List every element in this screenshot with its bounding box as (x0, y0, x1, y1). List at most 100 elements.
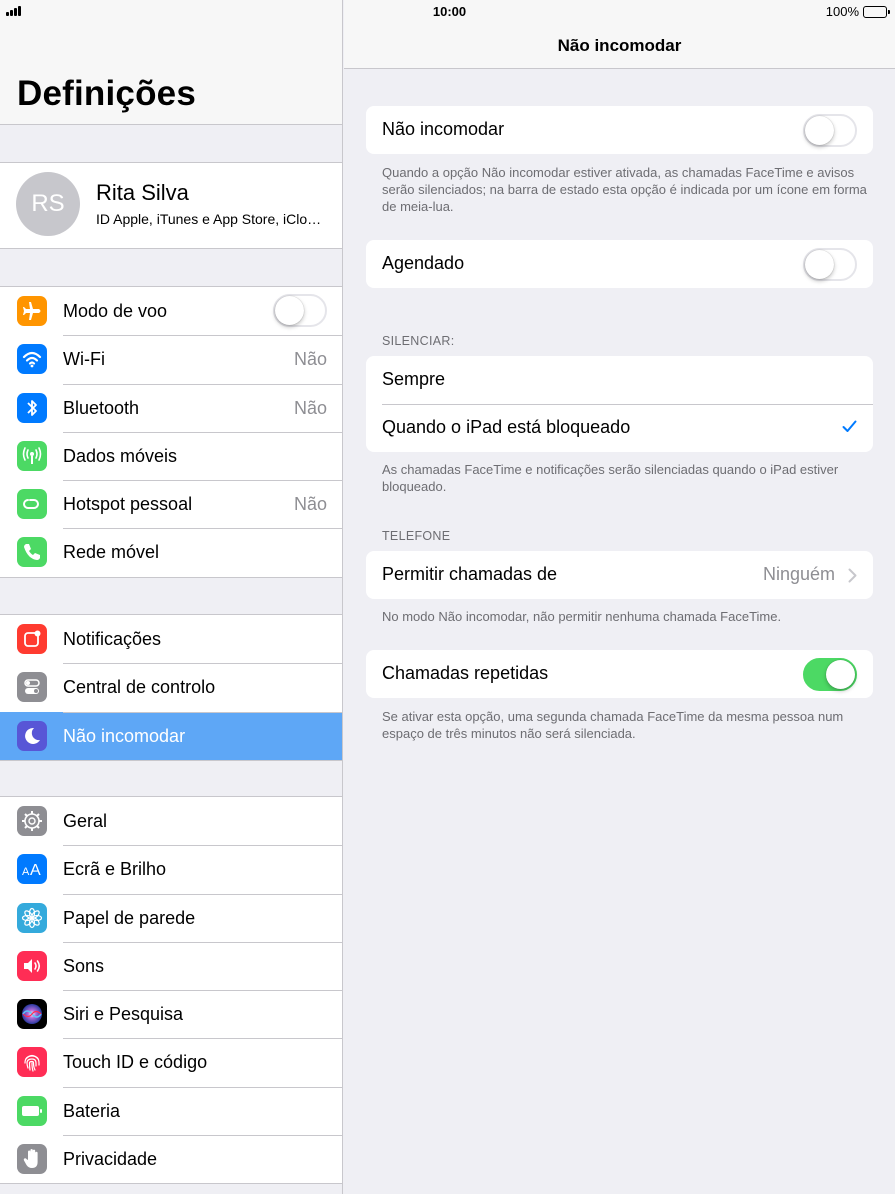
sidebar-item-label: Geral (63, 811, 108, 831)
sidebar-item-airplane-mode[interactable]: Modo de voo (0, 287, 342, 335)
sidebar-item-sounds[interactable]: Sons (0, 941, 342, 990)
battery-status: 100% (825, 4, 890, 19)
sidebar-item-general[interactable]: Geral (0, 797, 342, 845)
phone-card: Permitir chamadas de Ninguém (366, 551, 873, 599)
phone-section-header: TELEFONE (382, 529, 451, 543)
avatar: RS (16, 172, 80, 236)
hotspot-icon (17, 489, 47, 520)
sidebar-item-label: Touch ID e código (63, 1052, 208, 1073)
bluetooth-status: Não (293, 397, 327, 418)
repeated-calls-row[interactable]: Chamadas repetidas (366, 650, 873, 698)
checkmark-icon (842, 420, 857, 438)
scheduled-label: Agendado (382, 253, 465, 273)
status-bar: 10:00 100% (0, 0, 895, 24)
wifi-icon (17, 344, 47, 375)
svg-text:A: A (30, 862, 41, 878)
sidebar-item-notifications[interactable]: Notificações (0, 615, 342, 663)
wallpaper-icon (17, 902, 47, 933)
sidebar-item-cellular-data[interactable]: Dados móveis (0, 431, 342, 480)
sidebar-item-battery[interactable]: Bateria (0, 1086, 342, 1135)
dnd-label: Não incomodar (382, 119, 505, 139)
svg-text:A: A (22, 866, 30, 878)
silence-section-header: SILENCIAR: (382, 334, 455, 348)
sidebar-item-label: Notificações (63, 629, 162, 649)
detail-title: Não incomodar (557, 36, 682, 55)
allow-calls-label: Permitir chamadas de (382, 564, 558, 584)
sidebar-item-control-center[interactable]: Central de controlo (0, 663, 342, 711)
status-time: 10:00 (432, 4, 467, 19)
repeated-calls-footer: Se ativar esta opção, uma segunda chamad… (382, 709, 844, 741)
sidebar-item-wifi[interactable]: Wi-Fi Não (0, 335, 342, 383)
repeated-calls-label: Chamadas repetidas (382, 663, 549, 683)
sidebar-item-do-not-disturb[interactable]: Não incomodar (0, 711, 342, 760)
repeated-calls-toggle[interactable] (803, 658, 857, 691)
settings-sidebar: Definições RS Rita Silva ID Apple, iTune… (0, 0, 343, 1194)
sidebar-item-wallpaper[interactable]: Papel de parede (0, 893, 342, 942)
battery-icon (863, 5, 890, 18)
battery-percent: 100% (825, 4, 859, 19)
allow-calls-value: Ninguém (762, 564, 835, 584)
silence-option-label: Sempre (382, 369, 446, 389)
hotspot-status: Não (293, 494, 327, 515)
sidebar-item-bluetooth[interactable]: Bluetooth Não (0, 383, 342, 432)
bluetooth-icon (17, 392, 47, 423)
dnd-card: Não incomodar (366, 106, 873, 154)
sidebar-item-display[interactable]: AA Ecrã e Brilho (0, 845, 342, 893)
airplane-mode-toggle[interactable] (273, 294, 327, 327)
profile-subtitle: ID Apple, iTunes e App Store, iCloud... (96, 211, 328, 227)
scheduled-row[interactable]: Agendado (366, 240, 873, 288)
airplane-icon (17, 296, 47, 326)
phone-icon (17, 537, 47, 568)
silence-option-always[interactable]: Sempre (366, 356, 873, 404)
sidebar-item-personal-hotspot[interactable]: Hotspot pessoal Não (0, 480, 342, 528)
chevron-right-icon (848, 568, 857, 588)
sidebar-item-mobile-network[interactable]: Rede móvel (0, 528, 342, 576)
sidebar-item-label: Dados móveis (63, 445, 178, 466)
sidebar-item-label: Papel de parede (63, 907, 196, 928)
allow-calls-footer: No modo Não incomodar, não permitir nenh… (382, 609, 782, 624)
antenna-icon (17, 440, 47, 471)
sidebar-item-label: Central de controlo (63, 677, 216, 698)
sidebar-item-label: Privacidade (63, 1149, 158, 1170)
silence-footer: As chamadas FaceTime e notificações serã… (382, 462, 839, 494)
silence-option-label: Quando o iPad está bloqueado (382, 417, 631, 437)
profile-name: Rita Silva (96, 180, 189, 205)
sidebar-item-privacy[interactable]: Privacidade (0, 1135, 342, 1183)
dnd-footer: Quando a opção Não incomodar estiver ati… (382, 165, 867, 214)
repeated-calls-card: Chamadas repetidas (366, 650, 873, 698)
sidebar-group-notifications: Notificações Central de controlo Não inc… (0, 614, 342, 761)
sidebar-group-connectivity: Modo de voo Wi-Fi Não Bluetooth Não Dado… (0, 286, 342, 578)
sidebar-item-siri[interactable]: Siri e Pesquisa (0, 990, 342, 1038)
sidebar-item-label: Não incomodar (63, 725, 186, 746)
silence-card: Sempre Quando o iPad está bloqueado (366, 356, 873, 452)
scheduled-card: Agendado (366, 240, 873, 288)
gear-icon (17, 806, 47, 836)
notifications-icon (17, 624, 47, 654)
silence-option-locked[interactable]: Quando o iPad está bloqueado (366, 404, 873, 452)
dnd-row[interactable]: Não incomodar (366, 106, 873, 154)
sidebar-group-general: Geral AA Ecrã e Brilho Papel de parede S… (0, 796, 342, 1185)
moon-icon (17, 720, 47, 751)
scheduled-toggle[interactable] (803, 248, 857, 281)
sidebar-item-label: Hotspot pessoal (63, 494, 193, 515)
text-size-icon: AA (17, 854, 47, 885)
sidebar-item-label: Sons (63, 955, 105, 976)
sidebar-item-touch-id[interactable]: Touch ID e código (0, 1038, 342, 1086)
sidebar-item-label: Bateria (63, 1100, 121, 1121)
sidebar-item-label: Siri e Pesquisa (63, 1004, 184, 1025)
control-center-icon (17, 672, 47, 703)
speaker-icon (17, 950, 47, 981)
profile-row[interactable]: RS Rita Silva ID Apple, iTunes e App Sto… (0, 162, 342, 249)
allow-calls-row[interactable]: Permitir chamadas de Ninguém (366, 551, 873, 599)
sidebar-item-label: Wi-Fi (63, 349, 105, 370)
sidebar-title: Definições (17, 74, 196, 113)
sidebar-item-label: Rede móvel (63, 542, 160, 563)
fingerprint-icon (17, 1047, 47, 1078)
dnd-toggle[interactable] (803, 114, 857, 147)
hand-icon (17, 1144, 47, 1175)
detail-pane: Não incomodar Não incomodar Quando a opç… (344, 0, 895, 1194)
sidebar-item-label: Bluetooth (63, 397, 140, 418)
wifi-status: Não (293, 349, 327, 370)
sidebar-item-label: Ecrã e Brilho (63, 859, 167, 880)
sidebar-item-label: Modo de voo (63, 301, 168, 321)
